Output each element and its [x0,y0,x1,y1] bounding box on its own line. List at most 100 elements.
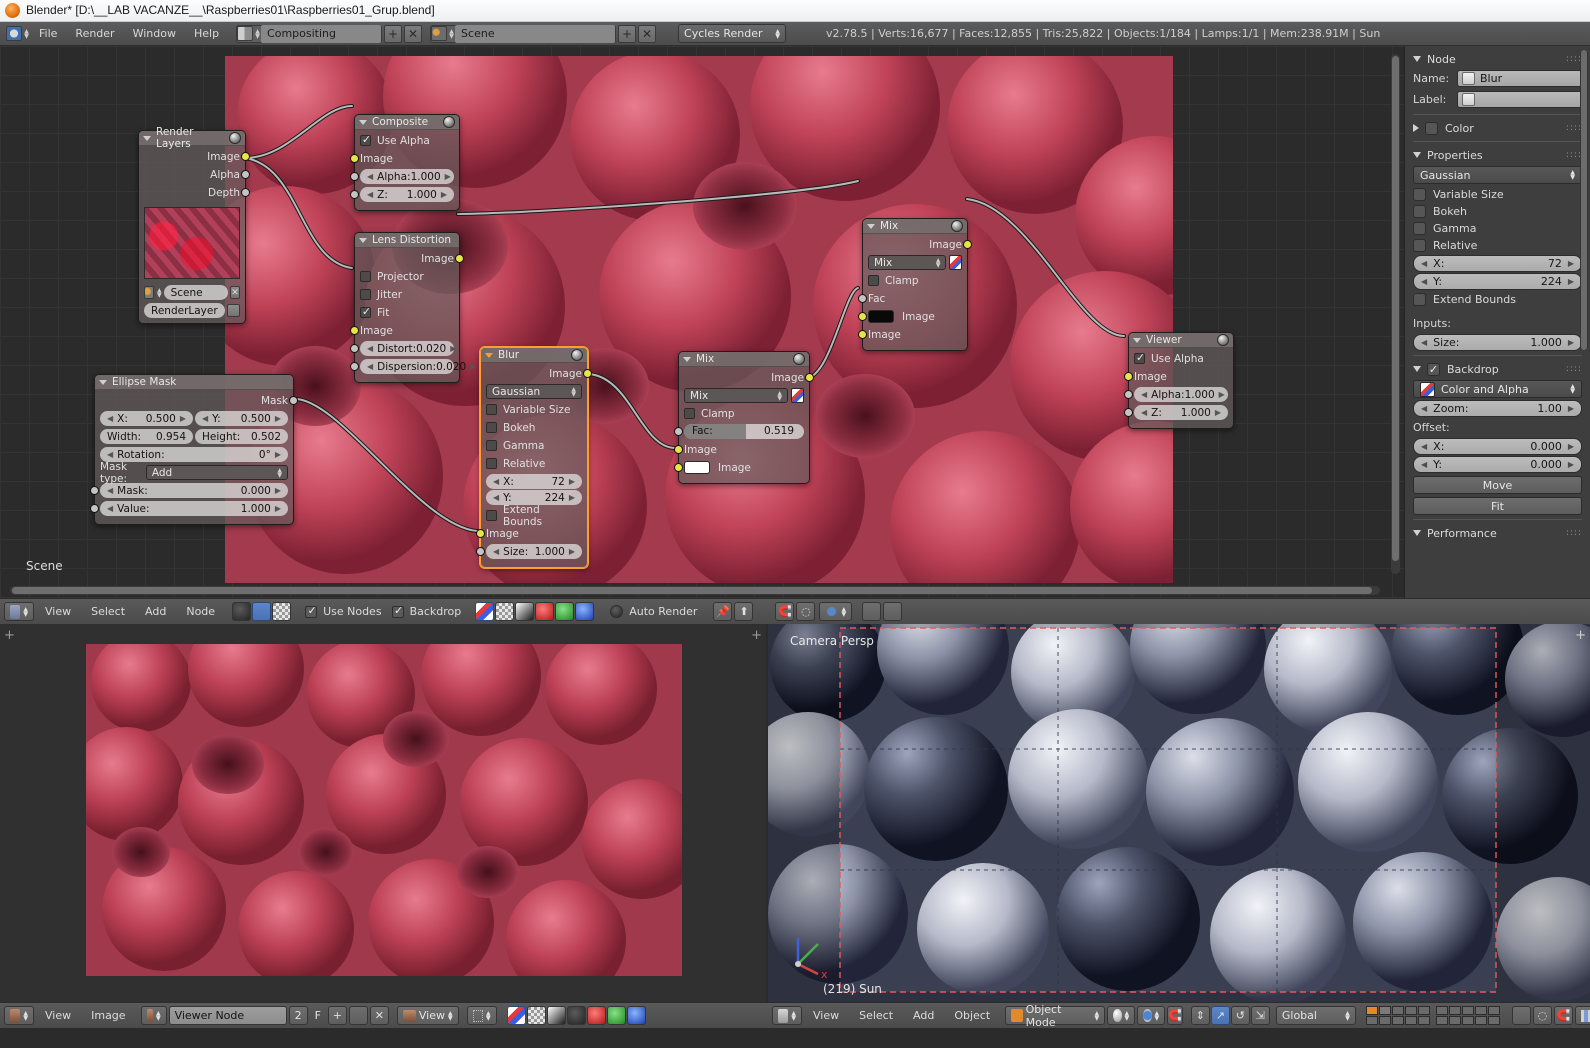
socket-image-out[interactable] [241,152,250,161]
z-depth-icon[interactable] [546,1006,566,1025]
shader-tree-icon[interactable] [232,602,252,621]
layer-button[interactable] [1417,1016,1430,1025]
use-nodes-toggle[interactable]: Use Nodes [301,604,386,618]
image-browse-spinner[interactable]: ▲ ▼ [156,1010,161,1021]
layer-button[interactable] [1365,1016,1378,1025]
add-render-layer-icon[interactable] [227,304,240,317]
node-menu-add[interactable]: Add [136,603,175,621]
socket-image-out[interactable] [583,369,592,378]
layer-button[interactable] [1404,1006,1417,1015]
relative-row[interactable]: Relative [486,456,582,471]
variable-size-row[interactable]: Variable Size [486,402,582,417]
node-header[interactable]: Ellipse Mask [95,375,293,390]
blue-channel-icon[interactable] [626,1006,646,1025]
variable-size-row[interactable]: Variable Size [1405,186,1590,203]
blue-channel-icon[interactable] [575,602,595,621]
pin-icon[interactable]: 📌 [713,602,733,621]
image-view-selector[interactable]: View ▲ ▼ [396,1006,459,1025]
relative-row[interactable]: Relative [1405,237,1590,254]
interaction-mode-selector[interactable]: Object Mode ▲ ▼ [1005,1003,1106,1029]
extend-bounds-checkbox[interactable] [1413,293,1426,306]
alpha-field[interactable]: ◀ Alpha: 1.000 ▶ [360,169,454,184]
render-layer-field[interactable]: RenderLayer [144,303,226,318]
collapse-triangle-icon[interactable] [867,223,875,229]
bokeh-row[interactable]: Bokeh [486,420,582,435]
image-menu-image[interactable]: Image [82,1007,134,1025]
z-depth-icon[interactable] [515,602,535,621]
scene-selector[interactable]: ▲ ▼ Scene [430,24,617,43]
wh-fields-row[interactable]: Width: 0.954 Height: 0.502 [100,429,288,444]
collapse-triangle-icon[interactable] [1413,366,1421,372]
increment-arrow-icon[interactable]: ▶ [275,504,281,513]
layer-button[interactable] [1487,1016,1500,1025]
node-header[interactable]: Composite [355,115,459,130]
gamma-row[interactable]: Gamma [486,438,582,453]
go-to-parent-icon[interactable]: ⬆ [734,602,754,621]
scene-value[interactable]: Scene [455,24,616,43]
socket-mask-out[interactable] [289,396,298,405]
layer-button[interactable] [1461,1016,1474,1025]
delete-screen-button[interactable]: ✕ [404,24,423,43]
variable-size-checkbox[interactable] [1413,188,1426,201]
editor-type-spinner[interactable]: ▲ ▼ [23,606,28,617]
input-socket-row[interactable]: Image [674,442,804,457]
node-properties-sidebar[interactable]: Node :::: Name: Blur Label: Color :::: P… [1404,46,1590,598]
image-editor-corner-widget-right[interactable]: + [751,628,762,643]
increment-arrow-icon[interactable]: ▶ [1568,259,1574,268]
open-image-icon[interactable] [348,1006,368,1025]
increment-arrow-icon[interactable]: ▶ [569,547,575,556]
output-socket-row[interactable]: Image [684,370,814,385]
output-socket-row[interactable]: Mask [100,393,298,408]
decrement-arrow-icon[interactable]: ◀ [1421,442,1427,451]
fit-row[interactable]: Fit [360,305,454,320]
node-menu-view[interactable]: View [36,603,80,621]
decrement-arrow-icon[interactable]: ◀ [107,504,113,513]
dispersion-field[interactable]: ◀ Dispersion: 0.020 ▶ [360,359,476,374]
snap-magnet-icon[interactable]: 🧲 [1167,1006,1183,1025]
pivot-spinner[interactable]: ▲ ▼ [1155,1010,1160,1021]
panel-header-properties[interactable]: Properties :::: [1405,146,1590,164]
node-editor-hscrollbar[interactable] [10,586,1380,595]
axis-lock-selector[interactable]: ▲▼ [1574,1006,1590,1025]
input-socket-row[interactable]: ◀ Size: 1.000 ▶ [476,544,582,559]
node-header[interactable]: Viewer [1129,333,1233,348]
relative-checkbox[interactable] [486,458,497,469]
backdrop-checkbox[interactable] [391,604,405,618]
layer-button[interactable] [1474,1016,1487,1025]
decrement-arrow-icon[interactable]: ◀ [107,450,113,459]
clamp-row[interactable]: Clamp [868,273,962,288]
input-socket-row[interactable]: ◀ Alpha: 1.000 ▶ [1124,387,1228,402]
node-label-row[interactable]: Label: [1405,89,1590,110]
viewport-menu-add[interactable]: Add [904,1007,943,1025]
node-header[interactable]: Mix [863,219,967,234]
mask-type-row[interactable]: Mask type: Add ▲ ▼ [100,461,288,485]
texture-tree-icon[interactable] [272,602,292,621]
z-field[interactable]: ◀ Z: 1.000 ▶ [1134,405,1228,420]
collapse-triangle-icon[interactable] [99,379,107,385]
socket-dispersion-in[interactable] [350,362,359,371]
use-alpha-row[interactable]: Use Alpha [1134,351,1228,366]
node-viewer[interactable]: Viewer Use Alpha Image ◀ Alpha: [1124,332,1234,429]
screen-layout-selector[interactable]: ▲ ▼ Compositing [236,24,383,43]
input-socket-row[interactable]: Image [674,460,804,475]
snap-target-selector[interactable]: ▲ ▼ [819,602,853,621]
socket-image2-in[interactable] [674,463,683,472]
layer-button[interactable] [1404,1016,1417,1025]
decrement-arrow-icon[interactable]: ◀ [493,477,499,486]
socket-image2-in[interactable] [858,330,867,339]
input-socket-row[interactable]: Image [858,309,962,324]
fac-row[interactable]: Fac: 0.519 [674,424,804,439]
fake-user-button[interactable]: F [310,1006,326,1025]
node-render-layers[interactable]: Render Layers Image Alpha Depth ▲ ▼ Scen… [138,126,250,324]
blend-mode-row[interactable]: Mix ▲ ▼ [868,255,962,270]
blur-y-field[interactable]: ◀ Y: 224 ▶ [1413,273,1582,290]
increment-arrow-icon[interactable]: ▶ [1568,404,1574,413]
scene-layers-grid[interactable] [1365,1006,1500,1025]
collapse-triangle-icon[interactable] [1413,530,1421,536]
socket-image-out[interactable] [455,254,464,263]
backdrop-enable-checkbox[interactable]: ✓ [1427,362,1440,376]
increment-arrow-icon[interactable]: ▶ [1215,408,1221,417]
node-preview-icon[interactable] [571,349,583,361]
rotate-manipulator-icon[interactable]: ↺ [1230,1006,1250,1025]
decrement-arrow-icon[interactable]: ◀ [1421,338,1427,347]
